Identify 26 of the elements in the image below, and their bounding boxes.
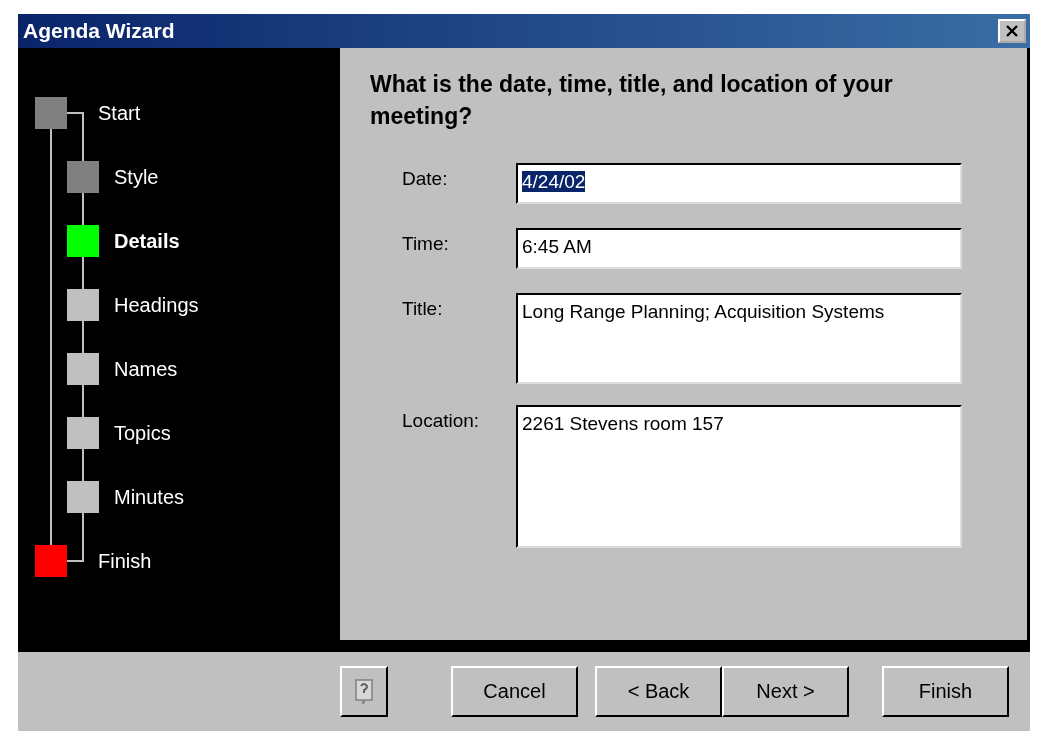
close-button[interactable] (998, 19, 1026, 43)
step-label[interactable]: Minutes (114, 485, 185, 509)
text-field[interactable]: 6:45 AM (516, 228, 962, 269)
step-label[interactable]: Details (114, 229, 180, 253)
field-label: Title: (401, 297, 444, 321)
step-label[interactable]: Finish (98, 549, 152, 573)
step-label[interactable]: Topics (114, 421, 171, 445)
text-field[interactable]: 2261 Stevens room 157 (516, 405, 962, 548)
step-label[interactable]: Start (98, 101, 141, 125)
window-title: Agenda Wizard (23, 19, 175, 43)
field-label: Location: (401, 409, 481, 433)
wizard-button[interactable]: < Back (595, 666, 722, 717)
step-label[interactable]: Headings (114, 293, 199, 317)
field-label: Date: (401, 167, 449, 191)
help-book-icon (353, 677, 375, 706)
text-field[interactable]: Long Range Planning; Acquisition Systems (516, 293, 962, 384)
step-label[interactable]: Style (114, 165, 159, 189)
wizard-button[interactable]: Cancel (451, 666, 578, 717)
text-field[interactable]: 4/24/02 (516, 163, 962, 204)
wizard-button[interactable]: Next > (722, 666, 849, 717)
close-icon (1005, 25, 1019, 37)
help-button[interactable] (340, 666, 388, 717)
step-label[interactable]: Names (114, 357, 178, 381)
field-label: Time: (401, 232, 450, 256)
question-heading: What is the date, time, title, and location of your meeting? (370, 70, 894, 131)
wizard-button[interactable]: Finish (882, 666, 1009, 717)
